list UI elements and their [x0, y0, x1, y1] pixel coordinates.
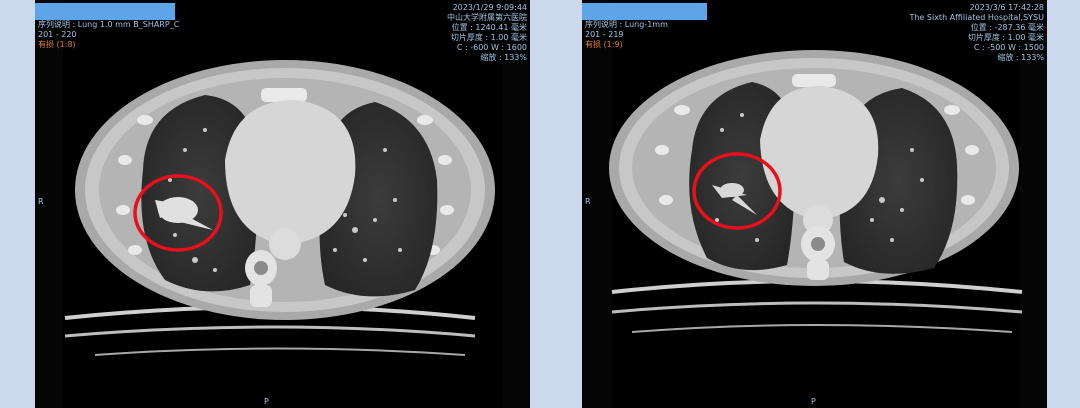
- ct-viewer-right[interactable]: 序列说明 : Lung-1mm 201 - 219 有损 (1:9) 2023/…: [582, 0, 1047, 408]
- orientation-posterior-label: P: [264, 397, 269, 406]
- window-level: C : -500 W : 1500: [973, 43, 1044, 52]
- window-level: C : -600 W : 1600: [456, 43, 527, 52]
- study-datetime: 2023/3/6 17:42:28: [969, 3, 1044, 12]
- ct-scan-image-left: [35, 0, 530, 408]
- institution-name: The Sixth Affiliated Hospital,SYSU: [909, 13, 1044, 22]
- redaction-bar: [582, 3, 707, 20]
- compression-status: 有损 (1:9): [585, 40, 623, 49]
- orientation-right-label: R: [38, 197, 44, 206]
- institution-name: 中山大学附属第六医院: [447, 13, 527, 22]
- orientation-posterior-label: P: [811, 397, 816, 406]
- series-description: 序列说明 : Lung 1.0 mm B_SHARP_C: [38, 20, 180, 29]
- slice-position: 位置 : -287.36 毫米: [970, 23, 1044, 32]
- zoom-level: 缩放 : 133%: [997, 53, 1044, 62]
- orientation-right-label: R: [585, 197, 591, 206]
- slice-thickness: 切片厚度 : 1.00 毫米: [967, 33, 1044, 42]
- slice-thickness: 切片厚度 : 1.00 毫米: [450, 33, 527, 42]
- ct-viewer-left[interactable]: 序列说明 : Lung 1.0 mm B_SHARP_C 201 - 220 有…: [35, 0, 530, 408]
- image-range: 201 - 219: [585, 30, 624, 39]
- study-datetime: 2023/1/29 9:09:44: [452, 3, 527, 12]
- series-description: 序列说明 : Lung-1mm: [585, 20, 668, 29]
- slice-position: 位置 : 1240.41 毫米: [451, 23, 527, 32]
- redaction-bar: [35, 3, 175, 20]
- ct-scan-image-right: [582, 0, 1047, 408]
- image-range: 201 - 220: [38, 30, 77, 39]
- zoom-level: 缩放 : 133%: [480, 53, 527, 62]
- compression-status: 有损 (1:8): [38, 40, 76, 49]
